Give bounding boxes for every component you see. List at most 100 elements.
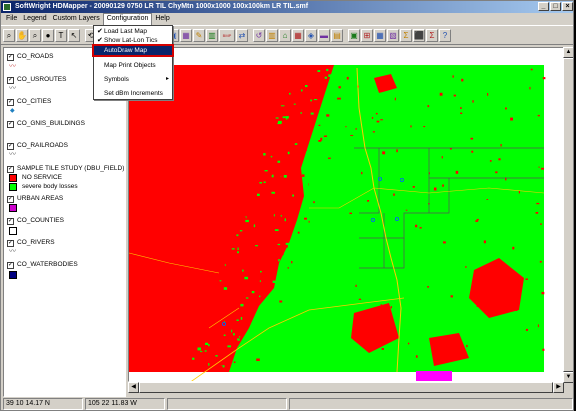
scroll-right-icon[interactable]: ▶ bbox=[553, 382, 564, 393]
layer-checkbox-co-counties[interactable]: ✓ bbox=[7, 218, 14, 225]
coverage-speckle bbox=[197, 347, 201, 351]
coverage-speckle bbox=[317, 70, 321, 72]
vertical-scrollbar[interactable]: ▲ ▼ bbox=[563, 47, 573, 383]
menu-help[interactable]: Help bbox=[152, 13, 172, 25]
toolbar-button-icon[interactable]: ▥ bbox=[266, 29, 278, 42]
toolbar-button-icon[interactable]: ● bbox=[42, 29, 54, 42]
map-view[interactable] bbox=[128, 47, 564, 382]
layer-checkbox-sample-tile-study[interactable]: ✓ bbox=[7, 166, 14, 173]
toolbar-button-icon[interactable]: ▦ bbox=[292, 29, 304, 42]
coverage-speckle bbox=[443, 241, 446, 244]
menu-file[interactable]: File bbox=[3, 13, 20, 25]
toolbar-button-icon[interactable]: ✎ bbox=[193, 29, 205, 42]
coverage-speckle bbox=[305, 149, 307, 151]
coverage-speckle bbox=[259, 295, 261, 298]
menu-item-map-print-objects[interactable]: Map Print Objects bbox=[94, 61, 172, 70]
scroll-left-icon[interactable]: ◀ bbox=[128, 382, 139, 393]
toolbar-button-icon[interactable]: ⬛ bbox=[413, 29, 425, 42]
menu-item-set-dbm-increments[interactable]: Set dBm Increments bbox=[94, 89, 172, 98]
coverage-speckle bbox=[309, 186, 311, 189]
coverage-speckle bbox=[280, 209, 284, 211]
toolbar-button-icon[interactable]: ⊞ bbox=[361, 29, 373, 42]
layer-checkbox-co-waterbodies[interactable]: ✓ bbox=[7, 262, 14, 269]
toolbar-button-icon[interactable]: ▬ bbox=[318, 29, 330, 42]
toolbar-button-icon[interactable]: ? bbox=[439, 29, 451, 42]
menu-separator bbox=[96, 86, 170, 87]
coverage-speckle bbox=[300, 112, 302, 114]
scroll-up-icon[interactable]: ▲ bbox=[563, 47, 573, 58]
coverage-speckle bbox=[292, 96, 294, 99]
coverage-speckle bbox=[470, 137, 474, 140]
coverage-speckle bbox=[410, 125, 412, 128]
menu-item-autodraw-map[interactable]: AutoDraw Map bbox=[92, 44, 174, 57]
layer-label-co-cities: CO_CITIES bbox=[17, 98, 52, 105]
coverage-speckle bbox=[317, 153, 321, 155]
coverage-speckle bbox=[308, 128, 311, 129]
menu-legend[interactable]: Legend bbox=[20, 13, 49, 25]
layer-checkbox-co-rivers[interactable]: ✓ bbox=[7, 240, 14, 247]
coverage-speckle bbox=[190, 361, 192, 364]
horizontal-scrollbar[interactable]: ◀ ▶ bbox=[128, 382, 564, 393]
coverage-speckle bbox=[441, 156, 443, 159]
menu-custom-layers[interactable]: Custom Layers bbox=[50, 13, 103, 25]
severe-body-losses-swatch bbox=[9, 183, 17, 191]
coverage-speckle bbox=[218, 365, 223, 368]
toolbar-button-icon[interactable]: ▤ bbox=[331, 29, 343, 42]
toolbar-button-icon[interactable]: T bbox=[55, 29, 67, 42]
toolbar-button-icon[interactable]: ▦ bbox=[374, 29, 386, 42]
toolbar-button-icon[interactable]: ↖ bbox=[68, 29, 80, 42]
no-service-swatch bbox=[9, 174, 17, 182]
coverage-speckle bbox=[452, 75, 454, 78]
coverage-speckle bbox=[315, 129, 317, 131]
toolbar-button-icon[interactable]: BMP bbox=[219, 29, 235, 42]
vertical-scroll-thumb[interactable] bbox=[563, 58, 573, 372]
layer-checkbox-co-cities[interactable]: ✓ bbox=[7, 99, 14, 106]
scroll-down-icon[interactable]: ▼ bbox=[563, 372, 573, 383]
layer-checkbox-co-roads[interactable]: ✓ bbox=[7, 54, 14, 61]
toolbar-button-icon[interactable]: ◈ bbox=[305, 29, 317, 42]
toolbar-button-icon[interactable]: ▣ bbox=[348, 29, 360, 42]
layer-checkbox-co-usroutes[interactable]: ✓ bbox=[7, 77, 14, 84]
coverage-speckle bbox=[455, 170, 459, 174]
layer-checkbox-co-railroads[interactable]: ✓ bbox=[7, 143, 14, 150]
toolbar-button-icon[interactable]: ⌕ bbox=[3, 29, 15, 42]
toolbar-button-icon[interactable]: ✋ bbox=[16, 29, 28, 42]
coverage-speckle bbox=[308, 183, 311, 186]
coverage-speckle bbox=[305, 85, 308, 88]
toolbar-button-icon[interactable]: ⌂ bbox=[279, 29, 291, 42]
minimize-button[interactable]: _ bbox=[538, 2, 549, 11]
coverage-speckle bbox=[328, 74, 332, 77]
status-panel bbox=[167, 398, 287, 410]
coverage-speckle bbox=[297, 231, 300, 234]
toolbar-button-icon[interactable]: ↺ bbox=[253, 29, 265, 42]
coverage-speckle bbox=[257, 193, 260, 196]
toolbar-button-icon[interactable]: ▧ bbox=[387, 29, 399, 42]
toolbar-button-icon[interactable]: ⇄ bbox=[236, 29, 248, 42]
toolbar-button-icon[interactable]: ▦ bbox=[180, 29, 192, 42]
horizontal-scroll-thumb[interactable] bbox=[139, 382, 553, 393]
coverage-speckle bbox=[259, 310, 264, 314]
coverage-speckle bbox=[536, 202, 540, 205]
coverage-speckle bbox=[248, 348, 251, 351]
coverage-speckle bbox=[495, 171, 498, 174]
toolbar-button-icon[interactable]: Σ bbox=[426, 29, 438, 42]
close-button[interactable]: × bbox=[562, 2, 573, 11]
coverage-map[interactable] bbox=[129, 48, 564, 382]
menu-item-show-lat-lon-tics[interactable]: ✔ Show Lat-Lon Tics bbox=[94, 36, 172, 45]
toolbar-button-icon[interactable]: Σ bbox=[400, 29, 412, 42]
menu-item-load-last-map[interactable]: ✔ Load Last Map bbox=[94, 27, 172, 36]
layer-checkbox-co-gnis-buildings[interactable]: ✓ bbox=[7, 121, 14, 128]
maximize-button[interactable]: □ bbox=[550, 2, 561, 11]
coverage-speckle bbox=[407, 342, 410, 345]
menu-item-symbols[interactable]: Symbols ▸ bbox=[94, 75, 172, 84]
menu-configuration[interactable]: Configuration bbox=[102, 13, 153, 25]
urban-area-swatch bbox=[9, 204, 17, 212]
coverage-speckle bbox=[270, 155, 273, 158]
coverage-speckle bbox=[269, 173, 272, 176]
coverage-speckle bbox=[305, 94, 308, 97]
coverage-speckle bbox=[223, 287, 228, 290]
toolbar-button-icon[interactable]: ▥ bbox=[206, 29, 218, 42]
toolbar-button-icon[interactable]: ⌕ bbox=[29, 29, 41, 42]
layer-checkbox-urban-areas[interactable]: ✓ bbox=[7, 196, 14, 203]
coverage-speckle bbox=[263, 181, 266, 183]
